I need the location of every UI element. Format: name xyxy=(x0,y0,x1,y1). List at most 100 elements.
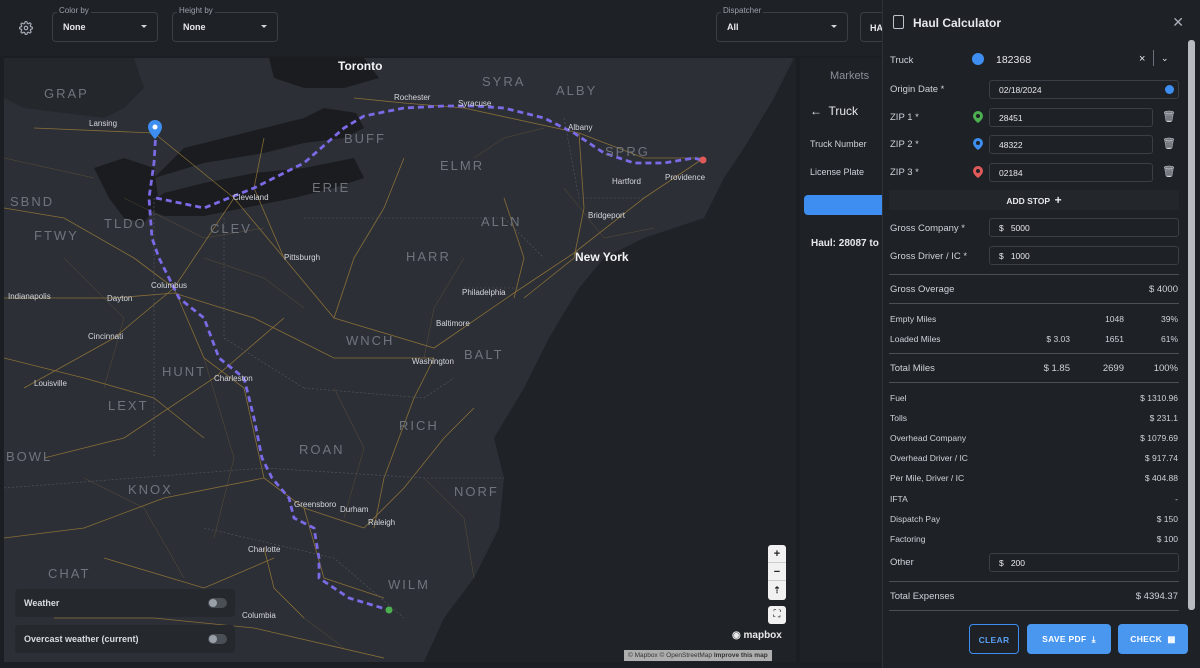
zip1-value: 28451 xyxy=(999,113,1023,123)
map-city-label: Indianapolis xyxy=(8,292,51,301)
total-miles-rate: $ 1.85 xyxy=(1043,363,1070,374)
zip2-value: 48322 xyxy=(999,140,1023,150)
map-city-label: Greensboro xyxy=(294,500,337,509)
expense-value: $ 917.74 xyxy=(1144,453,1178,463)
close-icon[interactable]: ✕ xyxy=(1172,14,1184,31)
overcast-toggle[interactable] xyxy=(208,634,227,644)
fullscreen-button[interactable]: ⛶ xyxy=(768,606,786,624)
improve-map-link[interactable]: Improve this map xyxy=(714,652,768,659)
empty-miles-pct: 39% xyxy=(1160,314,1178,324)
clear-button[interactable]: CLEAR xyxy=(969,624,1019,654)
currency-symbol: $ xyxy=(999,558,1004,568)
trash-icon[interactable]: 🗑 xyxy=(1162,137,1176,150)
weather-toggle[interactable] xyxy=(208,598,227,608)
map-city-label: Columbus xyxy=(151,281,188,290)
clear-truck-icon[interactable]: × xyxy=(1139,53,1145,65)
date-picker-icon[interactable] xyxy=(1165,85,1174,94)
origin-date-input[interactable]: 02/18/2024 xyxy=(989,80,1179,99)
overcast-toggle-card: Overcast weather (current) xyxy=(15,625,235,653)
map-region-label: NORF xyxy=(454,484,499,499)
save-pdf-button[interactable]: SAVE PDF ⤓ xyxy=(1027,624,1111,654)
other-value: 200 xyxy=(1010,558,1026,568)
other-input[interactable]: $ 200 xyxy=(989,553,1179,572)
truck-title: Truck xyxy=(828,104,859,118)
zip2-input[interactable]: 48322 xyxy=(989,135,1153,154)
map-city-label: Rochester xyxy=(394,93,431,102)
mapbox-logo: ◉ mapbox xyxy=(732,630,782,641)
map-city-label: Durham xyxy=(340,505,369,514)
map-region-label: BOWL xyxy=(6,449,53,464)
dispatcher-select[interactable]: Dispatcher All xyxy=(716,6,848,42)
tab-markets[interactable]: Markets xyxy=(830,70,869,82)
dispatcher-value: All xyxy=(727,22,739,32)
gear-icon xyxy=(19,21,33,35)
ha-tab[interactable]: HA xyxy=(860,12,883,42)
chevron-down-icon[interactable]: ⌄ xyxy=(1161,53,1169,64)
total-miles-value: 2699 xyxy=(1102,363,1124,374)
total-miles-pct: 100% xyxy=(1153,363,1178,374)
overcast-toggle-label: Overcast weather (current) xyxy=(24,634,139,644)
map-canvas xyxy=(4,58,796,662)
map-region-label: FTWY xyxy=(34,228,79,243)
expense-value: $ 1310.96 xyxy=(1140,393,1178,403)
haul-calculator-panel: Haul Calculator ✕ Truck 182368 × ⌄ Origi… xyxy=(882,0,1200,668)
primary-action-button[interactable] xyxy=(804,195,882,215)
map-city-label: Cleveland xyxy=(233,193,269,202)
truck-select-value[interactable]: 182368 xyxy=(996,54,1031,66)
map-region-label: HARR xyxy=(406,249,451,264)
weather-toggle-label: Weather xyxy=(24,598,60,608)
map-city-label: Louisville xyxy=(34,379,67,388)
zoom-out-button[interactable]: − xyxy=(768,563,786,581)
gross-overage-label: Gross Overage xyxy=(890,284,955,295)
total-expenses-label: Total Expenses xyxy=(890,591,955,602)
zip3-input[interactable]: 02184 xyxy=(989,163,1153,182)
attribution-mapbox[interactable]: © Mapbox xyxy=(628,652,658,659)
expense-value: $ 150 xyxy=(1156,514,1178,524)
panel-scrollbar[interactable] xyxy=(1188,40,1195,610)
gross-driver-input[interactable]: $ 1000 xyxy=(989,246,1179,265)
map-region-label: TLDO xyxy=(104,216,147,231)
expense-label: Overhead Driver / IC xyxy=(890,453,968,463)
divider xyxy=(889,303,1179,304)
back-arrow-icon[interactable]: ← xyxy=(810,104,822,118)
height-by-label: Height by xyxy=(177,6,215,15)
map-city-label: Baltimore xyxy=(436,319,470,328)
compass-button[interactable]: ⇡ xyxy=(768,581,786,599)
map-region-label: ROAN xyxy=(299,442,345,457)
settings-button[interactable] xyxy=(12,14,40,42)
expense-value: $ 231.1 xyxy=(1149,413,1178,423)
color-by-select[interactable]: Color by None xyxy=(52,6,158,42)
check-button[interactable]: CHECK ▦ xyxy=(1118,624,1188,654)
zip1-input[interactable]: 28451 xyxy=(989,108,1153,127)
calculator-icon: ▦ xyxy=(1167,634,1176,644)
total-expenses-value: $ 4394.37 xyxy=(1135,591,1178,602)
gross-company-input[interactable]: $ 5000 xyxy=(989,218,1179,237)
calculator-icon xyxy=(893,15,904,29)
gross-driver-label: Gross Driver / IC * xyxy=(890,251,968,262)
map-city-label: Raleigh xyxy=(368,518,396,527)
zoom-in-button[interactable]: + xyxy=(768,545,786,563)
origin-date-value: 02/18/2024 xyxy=(999,85,1042,95)
map-region-label: WILM xyxy=(388,577,430,592)
loaded-miles-label: Loaded Miles xyxy=(890,334,941,344)
map-region-label: CLEV xyxy=(210,221,252,236)
map-city-label: Charleston xyxy=(214,374,253,383)
route-map[interactable]: GRAP SYRA ALBY BUFF SPRG ELMR ERIE SBND … xyxy=(4,58,796,662)
zip1-label: ZIP 1 * xyxy=(890,112,919,123)
trash-icon[interactable]: 🗑 xyxy=(1162,110,1176,123)
caret-down-icon xyxy=(141,25,147,28)
attribution-osm[interactable]: © OpenStreetMap xyxy=(660,652,712,659)
height-by-select[interactable]: Height by None xyxy=(172,6,278,42)
add-stop-button[interactable]: ADD STOP + xyxy=(889,190,1179,210)
expense-label: Factoring xyxy=(890,534,926,544)
map-region-label: ALBY xyxy=(556,83,598,98)
map-region-label: ELMR xyxy=(440,158,485,173)
map-region-label: GRAP xyxy=(44,86,89,101)
trash-icon[interactable]: 🗑 xyxy=(1162,165,1176,178)
weather-toggle-card: Weather xyxy=(15,589,235,617)
map-region-label: BALT xyxy=(464,347,504,362)
expense-value: $ 1079.69 xyxy=(1140,433,1178,443)
caret-down-icon xyxy=(831,25,837,28)
divider xyxy=(889,353,1179,354)
map-attribution: © Mapbox © OpenStreetMap Improve this ma… xyxy=(624,650,772,661)
